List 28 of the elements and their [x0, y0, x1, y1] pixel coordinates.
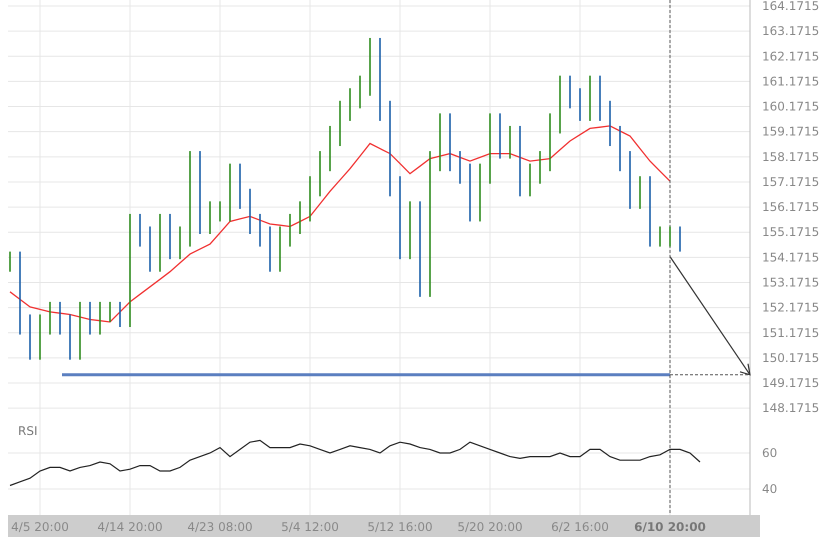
axis-label: 150.1715 [762, 350, 820, 365]
axis-label: 40 [762, 482, 778, 496]
axis-label: 4/14 20:00 [97, 520, 163, 534]
axis-label: 149.1715 [762, 376, 820, 390]
axis-label: 151.1715 [762, 326, 820, 340]
axis-label: 158.1715 [762, 150, 820, 164]
axis-label: 148.1715 [762, 401, 820, 415]
axis-label: 163.1715 [762, 24, 820, 38]
axis-label: 160.1715 [762, 100, 820, 114]
axis-label: 6/10 20:00 [634, 520, 706, 534]
axis-label: 6/2 16:00 [551, 520, 609, 534]
chart-title: RSI [18, 424, 38, 438]
axis-label: 157.1715 [762, 174, 820, 189]
axis-label: 60 [762, 446, 778, 460]
axis-label: 5/20 20:00 [457, 520, 523, 534]
axis-label: 156.1715 [762, 200, 820, 214]
axis-label: 5/12 16:00 [367, 520, 433, 534]
axis-label: 154.1715 [762, 250, 820, 264]
axis-label: 159.1715 [762, 124, 820, 139]
axis-label: 4/23 08:00 [187, 520, 253, 534]
axis-label: 153.1715 [762, 276, 820, 290]
axis-label: 152.1715 [762, 300, 820, 315]
axis-label: 4/5 20:00 [11, 520, 69, 534]
axis-label: 162.1715 [762, 49, 820, 64]
axis-label: 5/4 12:00 [281, 520, 339, 534]
axis-label: 161.1715 [762, 74, 820, 88]
axis-label: 164.1715 [762, 0, 820, 13]
axis-label: 155.1715 [762, 225, 820, 240]
